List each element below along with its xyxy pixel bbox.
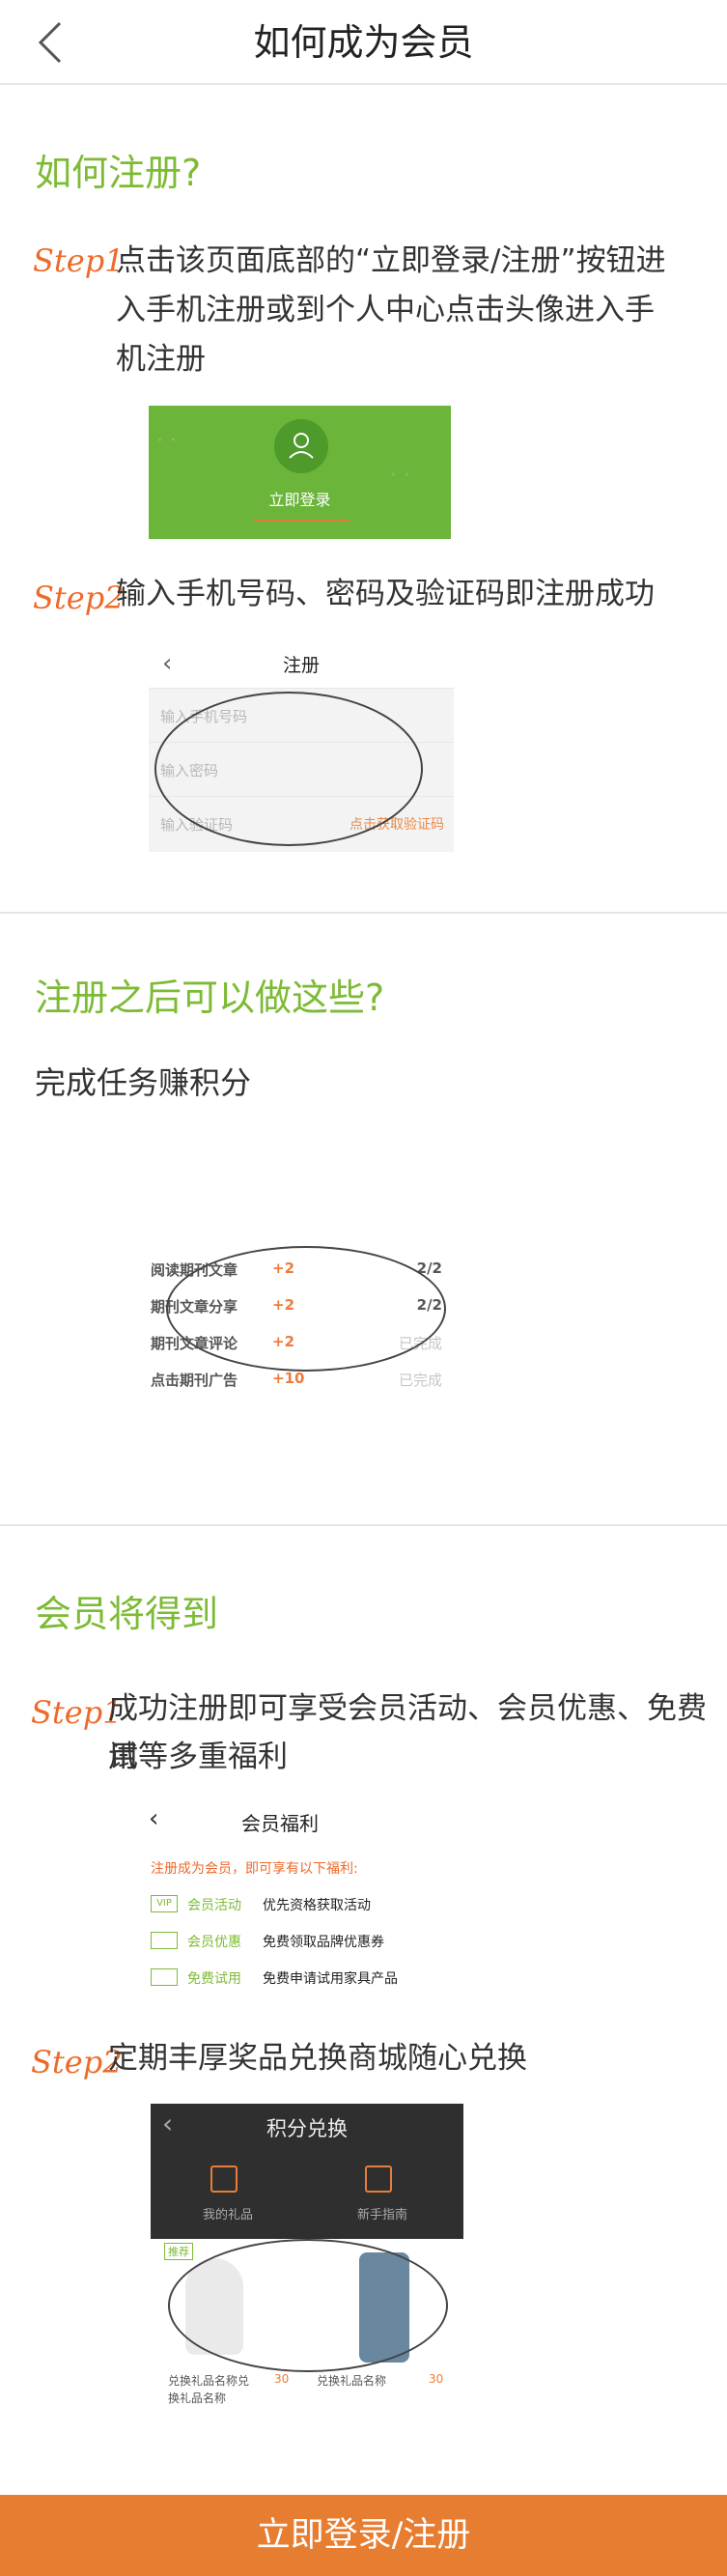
highlight-ellipse: [154, 692, 423, 846]
guide-label: 新手指南: [357, 2208, 408, 2222]
register-form-header: ‹ 注册: [149, 637, 454, 688]
header-bar: 如何成为会员: [0, 0, 727, 85]
item1-points: 30: [274, 2372, 290, 2386]
watermark: · ·: [156, 429, 177, 453]
register-section-title: 如何注册?: [35, 152, 202, 194]
register-form-screenshot: ‹ 注册 输入手机号码 输入密码 输入验证码 点击获取验证码: [149, 637, 454, 852]
member-step1-text-line2: 用等多重福利: [108, 1740, 288, 1774]
register-step1-text-line3: 机注册: [116, 342, 206, 377]
gift-icon: [210, 2166, 238, 2193]
benefit-desc: 优先资格获取活动: [263, 1898, 371, 1913]
task-status: 已完成: [398, 1372, 442, 1389]
register-form-title: 注册: [282, 655, 320, 676]
item1-name-line1: 兑换礼品名称兑: [168, 2374, 250, 2388]
exchange-items: 推荐 兑换礼品名称兑 换礼品名称 30 兑换礼品名称 30: [151, 2239, 463, 2409]
task-table-screenshot: 阅读期刊文章 +2 2/2 期刊文章分享 +2 2/2 期刊文章评论 +2 已完…: [147, 1246, 446, 1397]
member-section-title: 会员将得到: [35, 1593, 219, 1635]
item2-name: 兑换礼品名称: [317, 2374, 387, 2388]
exchange-title: 积分兑换: [266, 2117, 348, 2140]
task-points: +10: [272, 1370, 305, 1387]
ticket-icon: [151, 1968, 178, 1986]
benefit-name: 免费试用: [187, 1971, 241, 1987]
member-benefits-screenshot: ‹ 会员福利 注册成为会员，即可享有以下福利: VIP 会员活动 优先资格获取活…: [145, 1797, 415, 1999]
register-step1-label: Step1: [33, 242, 125, 279]
after-register-subtitle: 完成任务赚积分: [35, 1064, 252, 1101]
benefits-note: 注册成为会员，即可享有以下福利:: [151, 1861, 358, 1877]
login-register-button[interactable]: 立即登录/注册: [0, 2495, 727, 2576]
register-step1-text-line1: 点击该页面底部的“立即登录/注册”按钮进: [116, 243, 666, 278]
avatar-icon: [274, 419, 328, 473]
exchange-header: ‹ 积分兑换 我的礼品 新手指南: [151, 2104, 463, 2239]
highlight-ellipse: [168, 2239, 448, 2372]
vip-icon: VIP: [151, 1895, 178, 1912]
benefit-desc: 免费领取品牌优惠券: [263, 1935, 384, 1950]
guide-icon: [365, 2166, 392, 2193]
register-step1-text-line2: 入手机注册或到个人中心点击头像进入手: [116, 293, 655, 327]
highlight-ellipse: [166, 1246, 446, 1372]
member-step2-text: 定期丰厚奖品兑换商城随心兑换: [108, 2041, 527, 2076]
item2-points: 30: [429, 2372, 444, 2386]
login-card-screenshot: · · · · 立即登录: [149, 406, 451, 539]
benefit-row: VIP 会员活动 优先资格获取活动: [151, 1889, 421, 1924]
benefits-card-title: 会员福利: [241, 1812, 319, 1835]
benefit-row: 免费试用 免费申请试用家具产品: [151, 1963, 421, 1997]
register-step2-text: 输入手机号码、密码及验证码即注册成功: [116, 577, 655, 611]
recommend-badge: 推荐: [164, 2243, 193, 2260]
section-divider: [0, 912, 727, 914]
item1-name-line2: 换礼品名称: [168, 2392, 227, 2405]
task-name: 点击期刊广告: [151, 1372, 238, 1389]
coupon-icon: [151, 1932, 178, 1949]
register-step2-label: Step2: [33, 580, 125, 616]
benefit-name: 会员活动: [187, 1898, 241, 1913]
watermark: · ·: [390, 464, 410, 488]
page: 如何成为会员 如何注册? Step1 点击该页面底部的“立即登录/注册”按钮进 …: [0, 0, 727, 2576]
benefit-row: 会员优惠 免费领取品牌优惠券: [151, 1926, 421, 1961]
benefit-desc: 免费申请试用家具产品: [263, 1971, 398, 1987]
page-title: 如何成为会员: [253, 21, 474, 64]
section-divider: [0, 1524, 727, 1526]
after-register-section-title: 注册之后可以做这些?: [35, 977, 385, 1019]
login-card-label: 立即登录: [268, 491, 331, 509]
login-underline: [253, 520, 350, 522]
points-exchange-screenshot: ‹ 积分兑换 我的礼品 新手指南 推荐 兑换礼品名称兑 换礼品名称 30 兑换礼…: [151, 2104, 463, 2409]
benefit-name: 会员优惠: [187, 1935, 241, 1950]
my-gifts-label: 我的礼品: [203, 2208, 254, 2222]
